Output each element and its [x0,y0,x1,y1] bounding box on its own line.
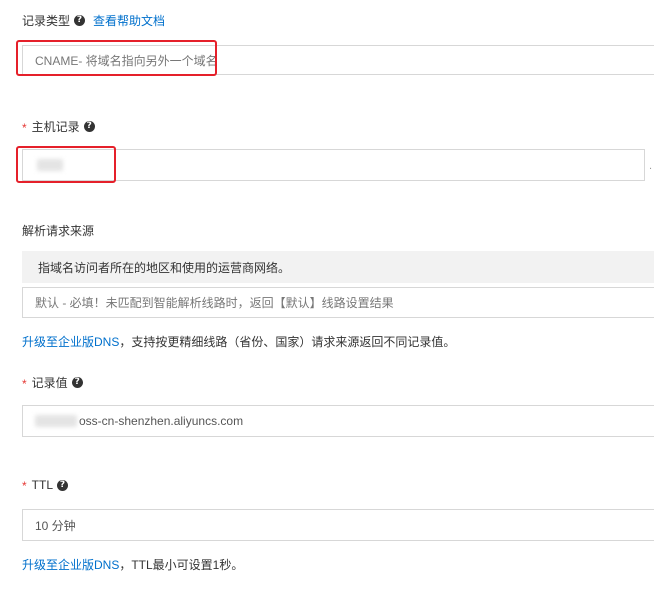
record-type-label: 记录类型 [22,14,71,28]
record-type-label-row: 记录类型 ? 查看帮助文档 [22,12,165,29]
question-circle-icon[interactable]: ? [57,479,69,491]
required-mark: * [22,376,27,391]
record-value-label: 记录值 [31,376,68,390]
record-value-text: oss-cn-shenzhen.aliyuncs.com [79,414,244,428]
resolution-line-placeholder: 默认 - 必填！未匹配到智能解析线路时，返回【默认】线路设置结果 [35,296,394,310]
ttl-note-text: ，TTL最小可设置1秒。 [119,558,244,572]
record-value-label-row: * 记录值 ? [22,374,83,391]
question-circle-icon[interactable]: ? [74,15,86,26]
question-circle-icon[interactable]: ? [71,377,83,388]
question-circle-icon[interactable]: ? [83,121,95,132]
redacted-host-value [37,159,63,171]
domain-suffix: . [649,160,653,172]
resolution-source-description: 指域名访问者所在的地区和使用的运营商网络。 [22,251,654,283]
host-record-label-row: * 主机记录 ? [22,118,95,135]
host-record-label: 主机记录 [31,120,80,134]
resolution-upgrade-note: 升级至企业版DNS，支持按更精细线路（省份、国家）请求来源返回不同记录值。 [22,333,455,350]
resolution-source-description-text: 指域名访问者所在的地区和使用的运营商网络。 [38,260,291,275]
help-docs-link[interactable]: 查看帮助文档 [93,12,165,29]
record-type-select[interactable]: CNAME- 将域名指向另外一个域名 [22,45,654,75]
dns-record-form: 记录类型 ? 查看帮助文档 CNAME- 将域名指向另外一个域名 * 主机记录 … [0,0,654,589]
redacted-bucket-name [35,415,77,427]
upgrade-note-text: ，支持按更精细线路（省份、国家）请求来源返回不同记录值。 [119,335,456,349]
required-mark: * [22,479,27,493]
ttl-label: TTL [31,478,54,492]
resolution-line-select[interactable]: 默认 - 必填！未匹配到智能解析线路时，返回【默认】线路设置结果 [22,287,654,318]
record-value-input[interactable]: oss-cn-shenzhen.aliyuncs.com [22,405,654,437]
ttl-value: 10 分钟 [35,518,76,533]
ttl-upgrade-note: 升级至企业版DNS，TTL最小可设置1秒。 [22,556,243,573]
record-type-value: CNAME- 将域名指向另外一个域名 [35,53,218,68]
resolution-source-label-row: 解析请求来源 [22,222,94,239]
ttl-select[interactable]: 10 分钟 [22,509,654,541]
required-mark: * [22,120,27,135]
ttl-label-row: * TTL ? [22,478,69,493]
upgrade-enterprise-dns-link[interactable]: 升级至企业版DNS [22,335,119,349]
resolution-source-label: 解析请求来源 [22,224,95,238]
upgrade-enterprise-dns-link[interactable]: 升级至企业版DNS [22,558,119,572]
host-record-input[interactable] [22,149,645,181]
